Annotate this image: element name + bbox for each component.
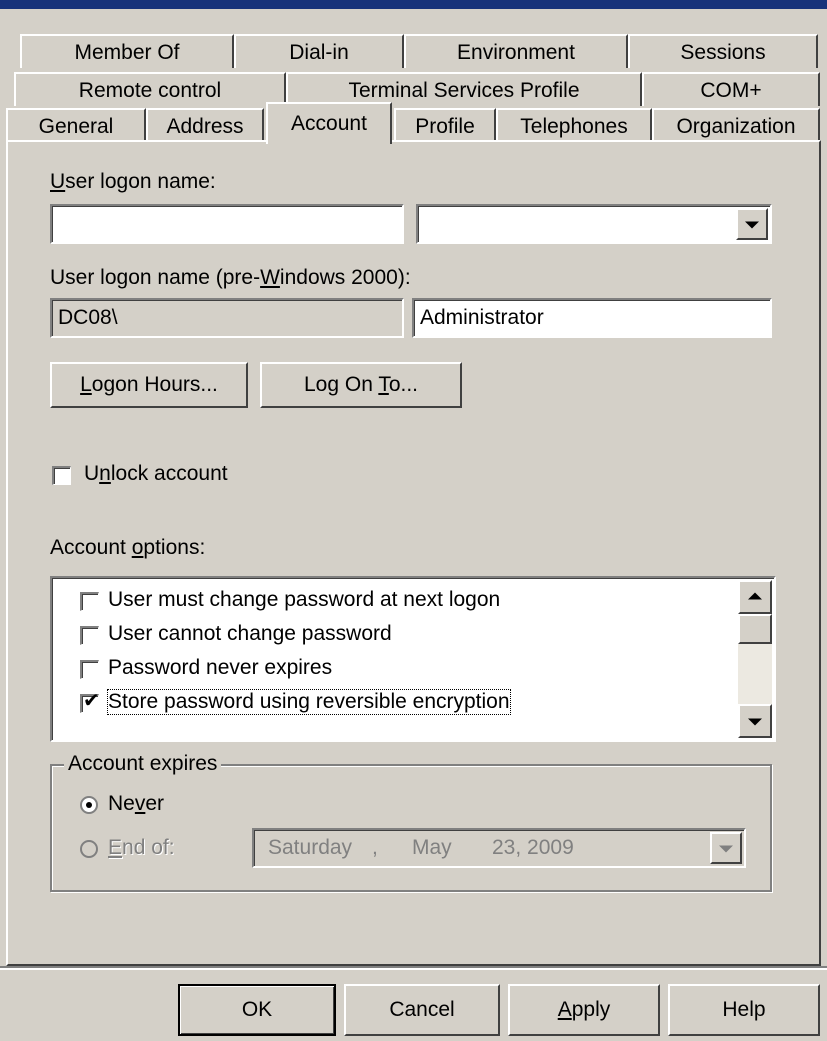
option-label[interactable]: Password never expires: [108, 656, 332, 680]
tab-terminal-services-profile[interactable]: Terminal Services Profile: [286, 72, 642, 106]
arrow-up-icon: [748, 592, 762, 600]
upn-suffix-dropdown-button[interactable]: [736, 208, 768, 240]
tab-general[interactable]: General: [6, 108, 146, 142]
upn-suffix-dropdown[interactable]: [416, 204, 772, 244]
window-title-bar-edge: [0, 0, 827, 9]
apply-button[interactable]: Apply: [508, 984, 660, 1036]
date-month: May: [412, 836, 452, 859]
never-label[interactable]: Never: [108, 792, 164, 816]
date-day: Saturday: [268, 836, 353, 859]
end-of-date-picker[interactable]: Saturday , May 23, 2009: [252, 828, 746, 868]
tab-organization[interactable]: Organization: [652, 108, 820, 142]
arrow-down-icon: [748, 718, 762, 726]
options-scrollbar[interactable]: [738, 580, 772, 738]
chevron-down-icon: [745, 221, 759, 229]
date-separator: ,: [372, 836, 378, 859]
end-of-label[interactable]: End of:: [108, 836, 175, 860]
tab-address[interactable]: Address: [146, 108, 264, 142]
radio-selected-dot: [86, 802, 92, 808]
user-logon-name-text[interactable]: [58, 211, 406, 237]
option-label[interactable]: User cannot change password: [108, 622, 392, 646]
scroll-up-button[interactable]: [738, 580, 772, 614]
chevron-down-icon: [719, 845, 733, 853]
tab-dial-in[interactable]: Dial-in: [234, 34, 404, 68]
footer-divider-highlight: [0, 968, 827, 970]
option-checkbox[interactable]: [80, 660, 99, 679]
never-radio[interactable]: [80, 796, 98, 814]
user-logon-name-label: User logon name:: [50, 170, 216, 193]
tab-telephones[interactable]: Telephones: [496, 108, 652, 142]
tab-environment[interactable]: Environment: [404, 34, 628, 68]
option-checkbox[interactable]: [80, 626, 99, 645]
cancel-button[interactable]: Cancel: [344, 984, 500, 1036]
option-label[interactable]: User must change password at next logon: [108, 588, 500, 612]
date-day-year: 23, 2009: [492, 836, 574, 859]
tab-profile[interactable]: Profile: [394, 108, 496, 142]
pre-windows-domain-field: DC08\: [50, 298, 404, 338]
tab-account[interactable]: Account: [266, 102, 392, 144]
scroll-thumb[interactable]: [738, 614, 772, 644]
unlock-account-checkbox[interactable]: [52, 466, 71, 485]
ok-button[interactable]: OK: [178, 984, 336, 1036]
date-dropdown-button[interactable]: [710, 832, 742, 864]
pre-windows-2000-label: User logon name (pre-Windows 2000):: [50, 266, 411, 289]
unlock-account-label[interactable]: Unlock account: [84, 462, 228, 486]
pre-windows-username-input[interactable]: Administrator: [412, 298, 772, 338]
user-logon-name-input[interactable]: [50, 204, 406, 244]
account-options-list[interactable]: User must change password at next logon …: [50, 576, 776, 742]
help-button[interactable]: Help: [668, 984, 820, 1036]
account-expires-title: Account expires: [64, 752, 222, 776]
checkmark-icon: ✔: [83, 690, 100, 712]
option-checkbox[interactable]: [80, 592, 99, 611]
option-label[interactable]: Store password using reversible encrypti…: [107, 689, 511, 715]
tab-member-of[interactable]: Member Of: [20, 34, 234, 68]
end-of-radio[interactable]: [80, 840, 98, 858]
tab-sessions[interactable]: Sessions: [628, 34, 818, 68]
scroll-down-button[interactable]: [738, 704, 772, 738]
tab-com-plus[interactable]: COM+: [642, 72, 820, 106]
tab-remote-control[interactable]: Remote control: [14, 72, 286, 106]
account-options-label: Account options:: [50, 536, 206, 559]
logon-hours-button[interactable]: Logon Hours...: [50, 362, 248, 408]
log-on-to-button[interactable]: Log On To...: [260, 362, 462, 408]
option-checkbox-checked[interactable]: ✔: [80, 690, 100, 713]
